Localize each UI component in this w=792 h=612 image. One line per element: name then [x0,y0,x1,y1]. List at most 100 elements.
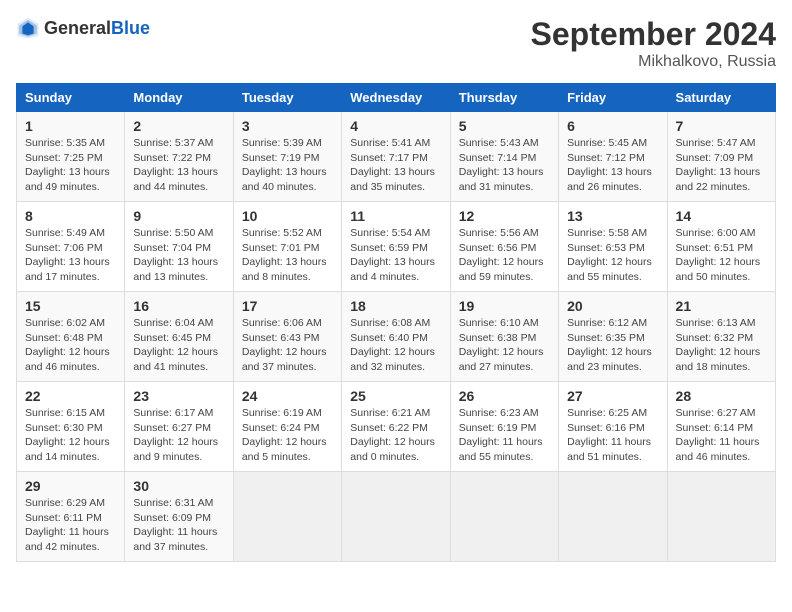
calendar-week-3: 15 Sunrise: 6:02 AMSunset: 6:48 PMDaylig… [17,292,776,382]
day-number: 3 [242,118,333,134]
day-number: 27 [567,388,658,404]
day-number: 12 [459,208,550,224]
day-number: 8 [25,208,116,224]
title-area: September 2024 Mikhalkovo, Russia [531,16,776,71]
day-number: 9 [133,208,224,224]
logo-icon [16,16,40,40]
day-number: 24 [242,388,333,404]
calendar-cell: 20 Sunrise: 6:12 AMSunset: 6:35 PMDaylig… [559,292,667,382]
day-info: Sunrise: 6:13 AMSunset: 6:32 PMDaylight:… [676,316,767,375]
day-number: 21 [676,298,767,314]
calendar-cell: 24 Sunrise: 6:19 AMSunset: 6:24 PMDaylig… [233,382,341,472]
day-number: 4 [350,118,441,134]
day-number: 1 [25,118,116,134]
day-info: Sunrise: 6:02 AMSunset: 6:48 PMDaylight:… [25,316,116,375]
calendar-cell: 7 Sunrise: 5:47 AMSunset: 7:09 PMDayligh… [667,112,775,202]
weekday-header-friday: Friday [559,84,667,112]
calendar-body: 1 Sunrise: 5:35 AMSunset: 7:25 PMDayligh… [17,112,776,562]
day-number: 2 [133,118,224,134]
calendar-cell [233,472,341,562]
day-info: Sunrise: 6:10 AMSunset: 6:38 PMDaylight:… [459,316,550,375]
day-info: Sunrise: 6:08 AMSunset: 6:40 PMDaylight:… [350,316,441,375]
calendar-cell: 21 Sunrise: 6:13 AMSunset: 6:32 PMDaylig… [667,292,775,382]
calendar-cell: 15 Sunrise: 6:02 AMSunset: 6:48 PMDaylig… [17,292,125,382]
day-info: Sunrise: 5:49 AMSunset: 7:06 PMDaylight:… [25,226,116,285]
logo-blue: Blue [111,18,150,38]
calendar-cell: 12 Sunrise: 5:56 AMSunset: 6:56 PMDaylig… [450,202,558,292]
day-info: Sunrise: 5:54 AMSunset: 6:59 PMDaylight:… [350,226,441,285]
day-number: 20 [567,298,658,314]
day-number: 28 [676,388,767,404]
day-info: Sunrise: 6:15 AMSunset: 6:30 PMDaylight:… [25,406,116,465]
calendar-cell [559,472,667,562]
calendar-cell: 10 Sunrise: 5:52 AMSunset: 7:01 PMDaylig… [233,202,341,292]
day-number: 5 [459,118,550,134]
day-info: Sunrise: 6:27 AMSunset: 6:14 PMDaylight:… [676,406,767,465]
day-info: Sunrise: 5:43 AMSunset: 7:14 PMDaylight:… [459,136,550,195]
day-info: Sunrise: 6:00 AMSunset: 6:51 PMDaylight:… [676,226,767,285]
calendar-cell: 19 Sunrise: 6:10 AMSunset: 6:38 PMDaylig… [450,292,558,382]
calendar-table: SundayMondayTuesdayWednesdayThursdayFrid… [16,83,776,562]
calendar-cell: 25 Sunrise: 6:21 AMSunset: 6:22 PMDaylig… [342,382,450,472]
day-info: Sunrise: 6:17 AMSunset: 6:27 PMDaylight:… [133,406,224,465]
day-number: 7 [676,118,767,134]
day-info: Sunrise: 6:06 AMSunset: 6:43 PMDaylight:… [242,316,333,375]
weekday-header-wednesday: Wednesday [342,84,450,112]
calendar-week-1: 1 Sunrise: 5:35 AMSunset: 7:25 PMDayligh… [17,112,776,202]
weekday-header-row: SundayMondayTuesdayWednesdayThursdayFrid… [17,84,776,112]
logo: GeneralBlue [16,16,150,40]
day-info: Sunrise: 6:29 AMSunset: 6:11 PMDaylight:… [25,496,116,555]
calendar-cell: 4 Sunrise: 5:41 AMSunset: 7:17 PMDayligh… [342,112,450,202]
day-number: 30 [133,478,224,494]
weekday-header-thursday: Thursday [450,84,558,112]
weekday-header-sunday: Sunday [17,84,125,112]
day-info: Sunrise: 6:25 AMSunset: 6:16 PMDaylight:… [567,406,658,465]
logo-text: GeneralBlue [44,18,150,39]
calendar-cell: 27 Sunrise: 6:25 AMSunset: 6:16 PMDaylig… [559,382,667,472]
day-number: 13 [567,208,658,224]
day-info: Sunrise: 5:39 AMSunset: 7:19 PMDaylight:… [242,136,333,195]
day-number: 6 [567,118,658,134]
day-info: Sunrise: 5:50 AMSunset: 7:04 PMDaylight:… [133,226,224,285]
calendar-cell: 5 Sunrise: 5:43 AMSunset: 7:14 PMDayligh… [450,112,558,202]
calendar-cell: 6 Sunrise: 5:45 AMSunset: 7:12 PMDayligh… [559,112,667,202]
day-info: Sunrise: 5:56 AMSunset: 6:56 PMDaylight:… [459,226,550,285]
day-info: Sunrise: 6:19 AMSunset: 6:24 PMDaylight:… [242,406,333,465]
day-info: Sunrise: 6:21 AMSunset: 6:22 PMDaylight:… [350,406,441,465]
weekday-header-tuesday: Tuesday [233,84,341,112]
day-number: 26 [459,388,550,404]
logo-general: General [44,18,111,38]
day-number: 29 [25,478,116,494]
calendar-cell: 29 Sunrise: 6:29 AMSunset: 6:11 PMDaylig… [17,472,125,562]
day-info: Sunrise: 6:04 AMSunset: 6:45 PMDaylight:… [133,316,224,375]
weekday-header-saturday: Saturday [667,84,775,112]
calendar-cell: 18 Sunrise: 6:08 AMSunset: 6:40 PMDaylig… [342,292,450,382]
day-number: 17 [242,298,333,314]
calendar-cell: 11 Sunrise: 5:54 AMSunset: 6:59 PMDaylig… [342,202,450,292]
calendar-cell: 3 Sunrise: 5:39 AMSunset: 7:19 PMDayligh… [233,112,341,202]
day-info: Sunrise: 6:23 AMSunset: 6:19 PMDaylight:… [459,406,550,465]
calendar-cell: 16 Sunrise: 6:04 AMSunset: 6:45 PMDaylig… [125,292,233,382]
day-info: Sunrise: 5:35 AMSunset: 7:25 PMDaylight:… [25,136,116,195]
calendar-cell: 2 Sunrise: 5:37 AMSunset: 7:22 PMDayligh… [125,112,233,202]
day-number: 16 [133,298,224,314]
calendar-cell: 9 Sunrise: 5:50 AMSunset: 7:04 PMDayligh… [125,202,233,292]
day-number: 15 [25,298,116,314]
calendar-cell: 14 Sunrise: 6:00 AMSunset: 6:51 PMDaylig… [667,202,775,292]
calendar-cell: 13 Sunrise: 5:58 AMSunset: 6:53 PMDaylig… [559,202,667,292]
day-info: Sunrise: 5:58 AMSunset: 6:53 PMDaylight:… [567,226,658,285]
day-number: 11 [350,208,441,224]
page-header: GeneralBlue September 2024 Mikhalkovo, R… [16,16,776,71]
calendar-cell: 28 Sunrise: 6:27 AMSunset: 6:14 PMDaylig… [667,382,775,472]
calendar-cell: 8 Sunrise: 5:49 AMSunset: 7:06 PMDayligh… [17,202,125,292]
day-info: Sunrise: 5:52 AMSunset: 7:01 PMDaylight:… [242,226,333,285]
month-title: September 2024 [531,16,776,53]
calendar-week-2: 8 Sunrise: 5:49 AMSunset: 7:06 PMDayligh… [17,202,776,292]
day-info: Sunrise: 5:37 AMSunset: 7:22 PMDaylight:… [133,136,224,195]
day-info: Sunrise: 6:12 AMSunset: 6:35 PMDaylight:… [567,316,658,375]
calendar-cell: 26 Sunrise: 6:23 AMSunset: 6:19 PMDaylig… [450,382,558,472]
day-number: 25 [350,388,441,404]
day-info: Sunrise: 5:47 AMSunset: 7:09 PMDaylight:… [676,136,767,195]
location-title: Mikhalkovo, Russia [531,53,776,71]
day-number: 14 [676,208,767,224]
